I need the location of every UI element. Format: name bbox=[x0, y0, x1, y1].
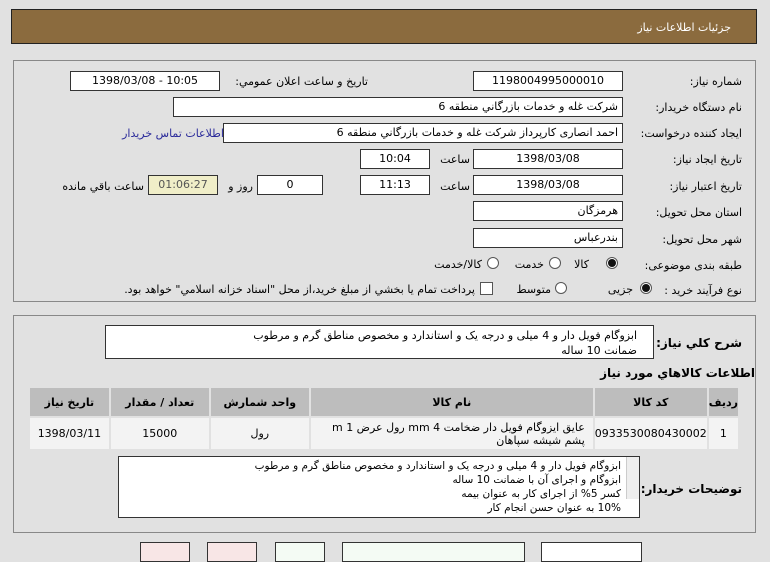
category-label: طبقه بندی موضوعی: bbox=[644, 259, 742, 272]
buyer-notes-label: توضيحات خريدار: bbox=[640, 482, 742, 496]
notes-scrollbar[interactable] bbox=[626, 457, 639, 499]
process-medium-label: متوسط bbox=[516, 283, 551, 296]
process-minor-label: جزیی bbox=[607, 283, 633, 296]
announce-field[interactable]: 1398/03/08 - 10:05 bbox=[70, 71, 220, 91]
page-header: جزئيات اطلاعات نياز bbox=[11, 9, 757, 44]
buyer-org-label: نام دستگاه خريدار: bbox=[655, 101, 742, 114]
cell-date: 1398/03/11 bbox=[28, 416, 111, 451]
col-name: نام کالا bbox=[308, 386, 595, 418]
days-field[interactable]: 0 bbox=[257, 175, 323, 195]
goods-table-header: رديف کد کالا نام کالا واحد شمارش تعداد /… bbox=[28, 386, 741, 418]
created-date-label: تاريخ ايجاد نياز: bbox=[672, 153, 742, 166]
cell-code: 0933530080430002 bbox=[592, 416, 709, 451]
process-radio-medium[interactable] bbox=[555, 282, 567, 294]
action-button-4[interactable] bbox=[342, 542, 525, 562]
buyer-org-field[interactable]: شرکت غله و خدمات بازرگاني منطقه 6 bbox=[173, 97, 623, 117]
need-number-label: شماره نياز: bbox=[689, 75, 742, 88]
valid-time-field[interactable]: 11:13 bbox=[360, 175, 430, 195]
valid-date-field[interactable]: 1398/03/08 bbox=[473, 175, 623, 195]
action-button-2[interactable] bbox=[207, 542, 257, 562]
process-label: نوع فرآيند خريد : bbox=[664, 284, 742, 297]
table-row: 1 0933530080430002 عایق ایزوگام فویل دار… bbox=[28, 416, 741, 451]
remaining-label: ساعت باقي مانده bbox=[62, 180, 144, 193]
cell-row: 1 bbox=[706, 416, 741, 451]
summary-textarea[interactable]: ابزوگام فویل دار و 4 میلی و درجه یک و اس… bbox=[105, 325, 654, 359]
created-time-field[interactable]: 10:04 bbox=[360, 149, 430, 169]
notes-line: ابزوگام و اجرای آن با ضمانت 10 ساله bbox=[452, 474, 621, 486]
page-title: جزئيات اطلاعات نياز bbox=[637, 21, 731, 34]
notes-line: کسر 5% از اجرای کار به عنوان بیمه bbox=[461, 488, 621, 500]
category-both-label: کالا/خدمت bbox=[434, 258, 482, 271]
summary-line: ابزوگام فویل دار و 4 میلی و درجه یک و اس… bbox=[253, 329, 637, 342]
col-date: تاريخ نياز bbox=[28, 386, 111, 418]
days-label: روز و bbox=[228, 180, 253, 193]
created-time-label: ساعت bbox=[440, 153, 470, 166]
remaining-time: 01:06:27 bbox=[148, 175, 218, 195]
created-date-field[interactable]: 1398/03/08 bbox=[473, 149, 623, 169]
action-button-5[interactable] bbox=[541, 542, 642, 562]
summary-line: ضمانت 10 ساله bbox=[561, 344, 637, 357]
action-button-1[interactable] bbox=[140, 542, 190, 562]
contact-buyer-link[interactable]: اطلاعات تماس خريدار bbox=[122, 127, 224, 140]
notes-line: 10% به عنوان حسن انجام کار bbox=[487, 502, 621, 514]
category-radio-goods[interactable] bbox=[606, 257, 618, 269]
cell-name: عایق ایزوگام فویل دار ضخامت 4 mm رول عرض… bbox=[308, 416, 595, 451]
valid-date-label: تاريخ اعتبار نياز: bbox=[669, 180, 742, 193]
col-code: کد کالا bbox=[592, 386, 709, 418]
category-radio-service[interactable] bbox=[549, 257, 561, 269]
goods-table: رديف کد کالا نام کالا واحد شمارش تعداد /… bbox=[28, 386, 741, 451]
creator-label: ايجاد کننده درخواست: bbox=[640, 127, 742, 140]
col-row: رديف bbox=[706, 386, 741, 418]
col-qty: تعداد / مقدار bbox=[108, 386, 211, 418]
col-unit: واحد شمارش bbox=[208, 386, 311, 418]
cell-qty: 15000 bbox=[108, 416, 211, 451]
province-label: استان محل تحويل: bbox=[655, 206, 742, 219]
valid-time-label: ساعت bbox=[440, 180, 470, 193]
category-goods-label: کالا bbox=[574, 258, 589, 271]
announce-label: تاريخ و ساعت اعلان عمومي: bbox=[235, 75, 368, 88]
goods-title: اطلاعات کالاهاي مورد نياز bbox=[600, 366, 755, 380]
process-radio-minor[interactable] bbox=[640, 282, 652, 294]
action-button-3[interactable] bbox=[275, 542, 325, 562]
creator-field[interactable]: احمد انصاری کارپرداز شرکت غله و خدمات با… bbox=[223, 123, 623, 143]
city-label: شهر محل تحويل: bbox=[662, 233, 742, 246]
city-field[interactable]: بندرعباس bbox=[473, 228, 623, 248]
treasury-payment-note: پرداخت تمام يا بخشي از مبلغ خريد،از محل … bbox=[124, 283, 475, 296]
treasury-payment-checkbox[interactable] bbox=[480, 282, 493, 295]
cell-unit: رول bbox=[208, 416, 311, 451]
category-radio-both[interactable] bbox=[487, 257, 499, 269]
need-number-field[interactable]: 1198004995000010 bbox=[473, 71, 623, 91]
province-field[interactable]: هرمزگان bbox=[473, 201, 623, 221]
buyer-notes-textarea[interactable]: ابزوگام فویل دار و 4 میلی و درجه یک و اس… bbox=[118, 456, 640, 518]
notes-line: ابزوگام فویل دار و 4 میلی و درجه یک و اس… bbox=[254, 460, 621, 472]
summary-label: شرح کلي نياز: bbox=[656, 336, 742, 350]
category-service-label: خدمت bbox=[514, 258, 544, 271]
